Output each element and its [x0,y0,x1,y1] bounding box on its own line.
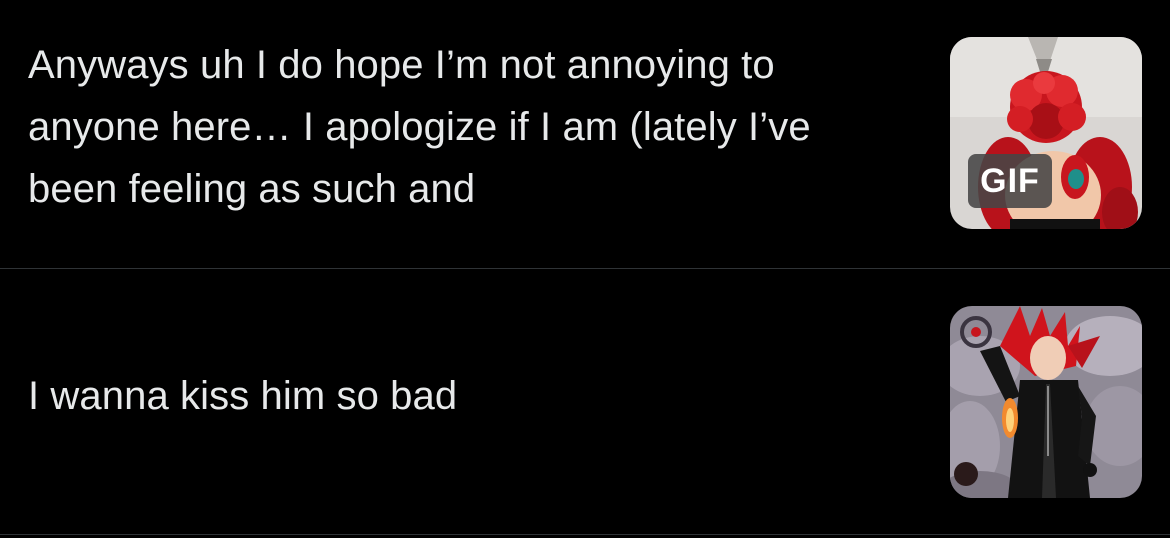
image-thumbnail[interactable] [950,306,1142,498]
feed-item[interactable]: I wanna kiss him so bad [0,269,1170,534]
divider [0,534,1170,535]
character-image [950,306,1142,498]
gif-badge: GIF [968,154,1052,208]
conversation-feed: Anyways uh I do hope I’m not annoying to… [0,0,1170,538]
feed-item[interactable]: Anyways uh I do hope I’m not annoying to… [0,0,1170,268]
post-text: Anyways uh I do hope I’m not annoying to… [28,43,811,211]
post-text: I wanna kiss him so bad [28,374,458,418]
gif-thumbnail[interactable]: GIF [950,37,1142,229]
